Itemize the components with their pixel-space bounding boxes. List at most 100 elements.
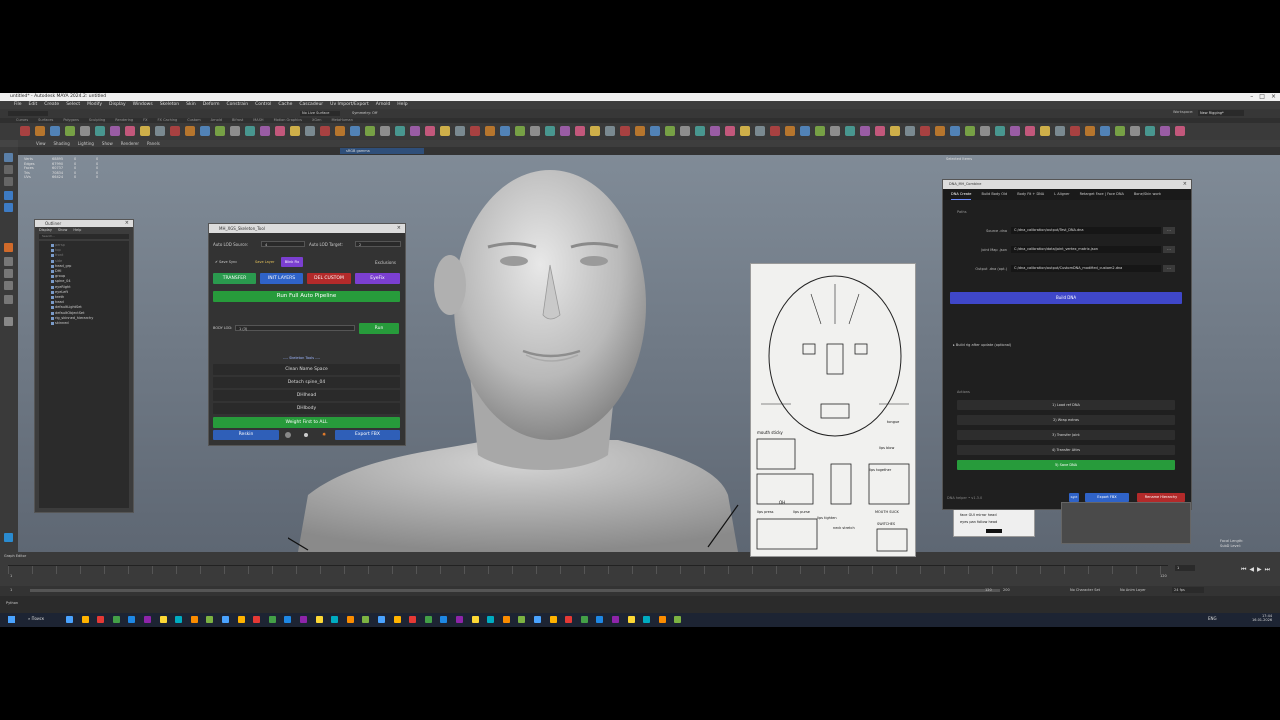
- menu-item[interactable]: Create: [44, 101, 59, 109]
- dna-tab[interactable]: DNA Create: [951, 189, 972, 200]
- taskbar-app-icon[interactable]: [175, 616, 183, 623]
- dna-tool-title-bar[interactable]: DNA_MH_Combine ×: [943, 180, 1191, 189]
- joint-map-browse-button[interactable]: ...: [1163, 246, 1175, 253]
- taskbar-app-icon[interactable]: [627, 616, 635, 623]
- panel-menu-item[interactable]: Shading: [54, 140, 70, 147]
- taskbar-app-icon[interactable]: [378, 616, 385, 623]
- outliner-menu-item[interactable]: Help: [73, 227, 81, 233]
- auto-lod-target-dropdown[interactable]: 2: [355, 241, 401, 247]
- menu-item[interactable]: Help: [397, 101, 407, 109]
- build-rig-toggle[interactable]: ▸ Build rig after update (optional): [953, 343, 1011, 347]
- menu-item[interactable]: Control: [255, 101, 271, 109]
- taskbar-app-icon[interactable]: [346, 616, 354, 623]
- go-start-icon[interactable]: ⏮: [1241, 566, 1246, 574]
- command-line[interactable]: Python: [0, 596, 1280, 613]
- load-ref-dna-button[interactable]: 1) Load ref DNA: [957, 400, 1175, 410]
- shelf-tool-icon[interactable]: [335, 126, 345, 136]
- init-layers-button[interactable]: INIT LAYERS: [260, 273, 303, 284]
- outliner-title-bar[interactable]: Outliner ×: [35, 220, 133, 227]
- windows-start-icon[interactable]: [8, 616, 15, 623]
- rename-hierarchy-button[interactable]: Rename Hierarchy: [1137, 493, 1185, 502]
- shelf-tool-icon[interactable]: [815, 126, 825, 136]
- shelf-tool-icon[interactable]: [575, 126, 585, 136]
- del-custom-button[interactable]: DEL CUSTOM: [307, 273, 351, 284]
- shelf-tool-icon[interactable]: [200, 126, 210, 136]
- shelf-tool-icon[interactable]: [755, 126, 765, 136]
- shelf-tool-icon[interactable]: [785, 126, 795, 136]
- shelf-tool-icon[interactable]: [665, 126, 675, 136]
- taskbar-app-icon[interactable]: [159, 616, 167, 623]
- shelf-tool-icon[interactable]: [1100, 126, 1110, 136]
- shelf-tool-icon[interactable]: [230, 126, 240, 136]
- shelf-tool-icon[interactable]: [620, 126, 630, 136]
- shelf-tool-icon[interactable]: [530, 126, 540, 136]
- outliner-menu-item[interactable]: Show: [58, 227, 67, 233]
- shelf-tool-icon[interactable]: [395, 126, 405, 136]
- taskbar-search[interactable]: ⌕ Поиск: [28, 616, 44, 621]
- transfer-joint-button[interactable]: 3) Transfer Joint: [957, 430, 1175, 440]
- workspace-dropdown[interactable]: New Rigging*: [1198, 110, 1244, 116]
- shelf-tool-icon[interactable]: [470, 126, 480, 136]
- shelf-tool-icon[interactable]: [770, 126, 780, 136]
- shelf-tool-icon[interactable]: [425, 126, 435, 136]
- joint-map-input[interactable]: C:/dna_calibration/data/joint_vertex_mat…: [1011, 246, 1161, 253]
- save-layer-checkbox[interactable]: Save Layer: [255, 260, 274, 264]
- exclusions-link[interactable]: Exclusions: [375, 260, 396, 265]
- shelf-tool-icon[interactable]: [1160, 126, 1170, 136]
- live-surface-field[interactable]: No Live Surface: [300, 111, 340, 116]
- shelf-tool-icon[interactable]: [560, 126, 570, 136]
- shelf-tool-icon[interactable]: [1085, 126, 1095, 136]
- menu-item[interactable]: Modify: [87, 101, 102, 109]
- shelf-tool-icon[interactable]: [1130, 126, 1140, 136]
- sparkle-icon[interactable]: ✸: [322, 432, 326, 438]
- shelf-tool-icon[interactable]: [1070, 126, 1080, 136]
- language-indicator[interactable]: ENG: [1208, 616, 1217, 621]
- shelf-tool-icon[interactable]: [170, 126, 180, 136]
- taskbar-app-icon[interactable]: [144, 616, 151, 623]
- dna-tab[interactable]: Retarget Face | Face DNA: [1080, 189, 1124, 200]
- shelf-tool-icon[interactable]: [185, 126, 195, 136]
- move-tool-icon[interactable]: [4, 191, 13, 200]
- outliner-layout-icon[interactable]: [4, 295, 13, 304]
- panel-menu-item[interactable]: Renderer: [121, 140, 139, 147]
- graph-editor-label[interactable]: Graph Editor: [4, 554, 26, 558]
- dhibody-button[interactable]: DHIbody: [213, 403, 400, 414]
- reskin-button[interactable]: Reskin: [213, 430, 279, 440]
- shelf-tool-icon[interactable]: [380, 126, 390, 136]
- switch-slider[interactable]: [986, 529, 1002, 533]
- panel-menu-item[interactable]: Lighting: [78, 140, 94, 147]
- range-slider[interactable]: 1 120 200 No Character Set No Anim Layer…: [0, 586, 1280, 596]
- shelf-tool-icon[interactable]: [695, 126, 705, 136]
- shelf-tool-icon[interactable]: [830, 126, 840, 136]
- timeline-ticks[interactable]: [8, 565, 1168, 574]
- shelf-tool-icon[interactable]: [635, 126, 645, 136]
- outliner-search-input[interactable]: Search...: [39, 234, 129, 239]
- taskbar-app-icon[interactable]: [190, 616, 198, 623]
- menu-item[interactable]: Arnold: [376, 101, 391, 109]
- menu-item[interactable]: Uv Import/Export: [330, 101, 369, 109]
- shelf-tool-icon[interactable]: [905, 126, 915, 136]
- taskbar-app-icon[interactable]: [580, 616, 588, 623]
- save-dna-button[interactable]: 5) Save DNA: [957, 460, 1175, 470]
- shelf-tool-icon[interactable]: [950, 126, 960, 136]
- taskbar-app-icon[interactable]: [674, 616, 682, 623]
- blink-fix-button[interactable]: Blink Fix: [281, 257, 303, 267]
- maximize-icon[interactable]: □: [1259, 93, 1265, 101]
- shelf-tool-icon[interactable]: [1025, 126, 1035, 136]
- shelf-tool-icon[interactable]: [1115, 126, 1125, 136]
- menu-item[interactable]: Constrain: [226, 101, 248, 109]
- detach-spine-button[interactable]: Detach spine_04: [213, 377, 400, 388]
- shelf-tool-icon[interactable]: [710, 126, 720, 136]
- shelf-tool-icon[interactable]: [965, 126, 975, 136]
- menu-item[interactable]: Select: [66, 101, 80, 109]
- taskbar-app-icon[interactable]: [222, 616, 229, 623]
- shelf-tool-icon[interactable]: [1145, 126, 1155, 136]
- taskbar-app-icon[interactable]: [424, 616, 432, 623]
- search-icon[interactable]: [4, 317, 13, 326]
- paint-tool-icon[interactable]: [4, 177, 13, 186]
- shelf-tool-icon[interactable]: [80, 126, 90, 136]
- shelf-tool-icon[interactable]: [545, 126, 555, 136]
- shelf-tool-icon[interactable]: [605, 126, 615, 136]
- eyefix-button[interactable]: EyeFix: [355, 273, 400, 284]
- play-icon[interactable]: ▶: [1257, 566, 1262, 574]
